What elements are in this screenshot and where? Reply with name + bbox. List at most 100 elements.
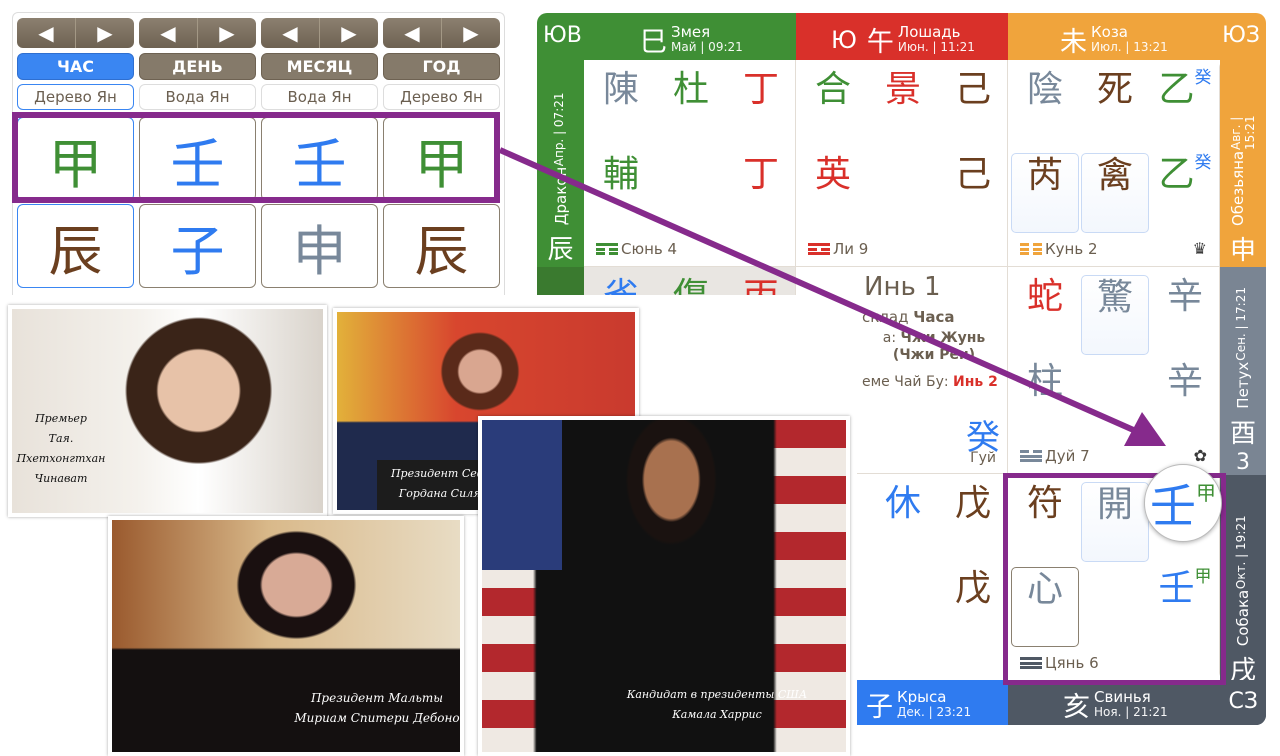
palace-symbol: 英 [814, 154, 851, 195]
goat-name: Коза [1091, 23, 1128, 41]
day-branch[interactable]: 子 [139, 204, 256, 288]
month-element: Вода Ян [261, 84, 378, 110]
top-band-snake: ЮВ 巳 Змея Май | 09:21 [537, 13, 796, 60]
rooster-char: 酉 [1229, 418, 1256, 449]
side-rooster: Петух Сен. | 17:21 酉 3 [1220, 267, 1266, 475]
year-branch[interactable]: 辰 [383, 204, 500, 288]
trigram-icon [596, 243, 618, 255]
palace-cell-xun[interactable]: 陳杜丁輔丁 Сюнь 4 [584, 60, 796, 267]
palace-symbol: 丁 [742, 69, 779, 110]
palace-symbol: 辛 [1166, 276, 1203, 317]
rat-char: 子 [866, 692, 893, 723]
center-line3-red: Инь 2 [953, 374, 998, 390]
stems-highlight-frame [12, 112, 500, 203]
center-line2-bold: Чжи Жунь (Чжи Рен) [892, 330, 986, 363]
crown-icon: ♛ [1192, 239, 1207, 258]
pig-time: Ноя. | 21:21 [1094, 705, 1168, 719]
photo-collage: Премьер Тая. Пхетхонгтхан Чинават Президент… [0, 295, 857, 756]
dog-name: Собака [1234, 589, 1252, 647]
horse-char: 午 [866, 27, 894, 58]
prev-day-button[interactable]: ◀ [139, 18, 198, 48]
top-band-goat: 未 Коза Июл. | 13:21 ЮЗ [1008, 13, 1266, 60]
sign-horse: Ю 午 Лошадь Июн. | 11:21 [831, 20, 975, 59]
magnified-stem: 壬 [1150, 479, 1196, 533]
center-stem-name: Гуй [970, 450, 996, 466]
horse-name: Лошадь [897, 23, 961, 41]
palace-symbol: 合 [814, 69, 851, 110]
palace-symbol: 輔 [602, 154, 639, 195]
magnified-sup: 甲 [1196, 481, 1216, 505]
month-branch[interactable]: 申 [261, 204, 378, 288]
palace-symbol: 己 [954, 69, 991, 110]
flag-canton [482, 420, 562, 570]
rooster-number: 3 [1236, 449, 1250, 475]
pig-name: Свинья [1094, 688, 1151, 706]
tab-day[interactable]: ДЕНЬ [139, 53, 256, 80]
tab-month[interactable]: МЕСЯЦ [261, 53, 378, 80]
top-band-horse: Ю 午 Лошадь Июн. | 11:21 [796, 13, 1008, 60]
palace-symbol: 陳 [602, 69, 639, 110]
monkey-time: Авг. | 15:21 [1229, 115, 1257, 150]
prev-hour-button[interactable]: ◀ [17, 18, 76, 48]
center-line2: а: [882, 330, 901, 346]
hour-nav: ◀ ▶ [17, 18, 134, 48]
rat-name: Крыса [897, 688, 947, 706]
prev-month-button[interactable]: ◀ [261, 18, 320, 48]
photo-thailand-pm: Премьер Тая. Пхетхонгтхан Чинават [8, 305, 327, 517]
palace-cell-li[interactable]: 合景己英己 Ли 9 [796, 60, 1008, 267]
next-month-button[interactable]: ▶ [320, 18, 378, 48]
year-element: Дерево Ян [383, 84, 500, 110]
trigram-label: Кунь 2 [1020, 240, 1098, 258]
direction-se: ЮВ [543, 23, 582, 48]
palace-cell-kun[interactable]: 陰死乙癸芮禽乙癸 Кунь 2 ♛ [1008, 60, 1220, 267]
center-title: Инь 1 [864, 272, 941, 302]
prev-year-button[interactable]: ◀ [383, 18, 442, 48]
trigram-label: Ли 9 [808, 240, 868, 258]
tab-hour[interactable]: ЧАС [17, 53, 134, 80]
next-hour-button[interactable]: ▶ [76, 18, 134, 48]
caption-malta: Президент Мальты Мириам Спитери Дебоно [294, 691, 460, 725]
side-monkey: Обезьяна Авг. | 15:21 申 [1220, 60, 1266, 267]
palace-symbol: 己 [954, 154, 991, 195]
magnifier-stem: 壬甲 [1144, 464, 1222, 542]
dog-time: Окт. | 19:21 [1234, 515, 1248, 589]
palace-symbol: 景 [884, 69, 921, 110]
horse-time: Июн. | 11:21 [897, 40, 975, 54]
palace-cell-dui[interactable]: 蛇驚辛柱辛 Дуй 7 ✿ [1008, 267, 1220, 474]
trigram-icon [1020, 243, 1042, 255]
palace-symbol: 蛇 [1026, 276, 1063, 317]
monkey-name: Обезьяна [1229, 150, 1247, 226]
photo-us-candidate: Кандидат в президенты США Камала Харрис [478, 416, 850, 756]
center-line1: склад [862, 308, 914, 326]
palace-symbol: 乙癸 [1158, 68, 1212, 110]
side-dragon: Дракон Апр. | 07:21 辰 [537, 60, 584, 267]
palace-symbol: 柱 [1026, 361, 1063, 402]
trigram-icon [808, 243, 830, 255]
palace-symbol: 辛 [1166, 361, 1203, 402]
photo-malta-president: Президент Мальты Мириам Спитери Дебоно [108, 516, 464, 756]
next-year-button[interactable]: ▶ [442, 18, 500, 48]
snake-time: Май | 09:21 [671, 40, 743, 54]
goat-time: Июл. | 13:21 [1091, 40, 1168, 54]
sign-goat: 未 Коза Июл. | 13:21 [1060, 20, 1168, 59]
direction-s: Ю [831, 25, 857, 54]
rooster-name: Петух [1234, 361, 1252, 409]
year-nav: ◀ ▶ [383, 18, 500, 48]
tab-year[interactable]: ГОД [383, 53, 500, 80]
trigram-label: Сюнь 4 [596, 240, 677, 258]
palace-symbol: 陰 [1026, 69, 1063, 110]
next-day-button[interactable]: ▶ [198, 18, 256, 48]
direction-nw: СЗ [1228, 689, 1258, 714]
rooster-time: Сен. | 17:21 [1234, 287, 1248, 361]
direction-sw: ЮЗ [1222, 23, 1260, 48]
palace-symbol: 驚 [1081, 275, 1149, 355]
palace-symbol: 戊 [954, 483, 991, 524]
center-line3: еме Чай Бу: [862, 374, 954, 390]
bottom-band-pig: 亥 Свинья Ноя. | 21:21 СЗ [1008, 680, 1266, 725]
hour-branch[interactable]: 辰 [17, 204, 134, 288]
palace-symbol-sup: 癸 [1194, 153, 1212, 173]
sign-rat: 子 Крыса Дек. | 23:21 [866, 685, 971, 724]
monkey-char: 申 [1229, 236, 1256, 266]
flower-icon: ✿ [1193, 446, 1207, 465]
sign-pig: 亥 Свинья Ноя. | 21:21 [1063, 685, 1168, 724]
